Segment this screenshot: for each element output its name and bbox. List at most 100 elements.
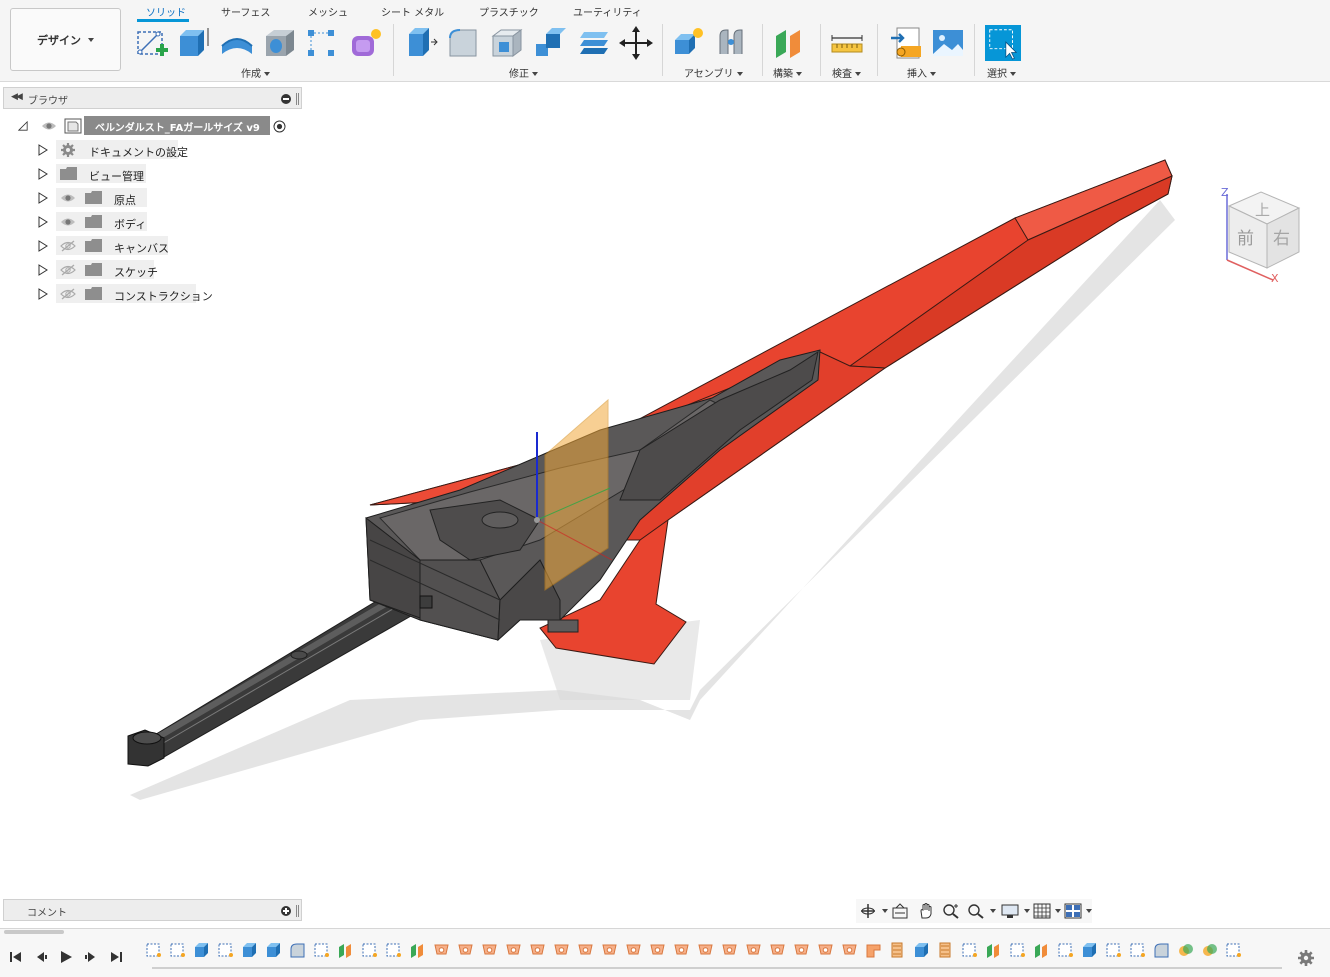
activate-radio-icon[interactable]	[273, 120, 286, 133]
insert-menu[interactable]: 挿入	[907, 65, 936, 80]
timeline-construct-icon[interactable]	[339, 944, 351, 958]
fillet-icon[interactable]	[446, 24, 482, 62]
browser-item-sketches[interactable]: スケッチ	[0, 260, 300, 280]
view-cube[interactable]: Z X 上 前 右	[1215, 182, 1305, 292]
timeline-construct-icon[interactable]	[987, 944, 999, 958]
browser-item-origin[interactable]: 原点	[0, 188, 300, 208]
timeline-sketch-icon[interactable]	[218, 943, 233, 957]
construct-menu[interactable]: 構築	[773, 65, 802, 80]
tab-surface[interactable]: サーフェス	[221, 4, 270, 19]
workspace-switcher-button[interactable]: デザイン	[10, 8, 121, 71]
timeline-fillet-icon[interactable]	[1154, 943, 1169, 958]
zoom-icon[interactable]	[942, 903, 960, 919]
offset-plane-icon[interactable]	[772, 24, 808, 62]
move-icon[interactable]	[618, 24, 654, 62]
timeline-mirror-icon[interactable]	[891, 942, 903, 958]
fit-zoom-icon[interactable]	[967, 903, 985, 919]
timeline-corner-icon[interactable]	[866, 944, 881, 958]
timeline-sketch-icon[interactable]	[170, 943, 185, 957]
chevron-down-icon[interactable]	[1086, 909, 1092, 913]
tab-sheet-metal[interactable]: シート メタル	[381, 4, 444, 19]
timeline-sketch-icon[interactable]	[362, 943, 377, 957]
timeline-extrude-icon[interactable]	[1083, 943, 1096, 957]
timeline-extrude-icon[interactable]	[195, 943, 208, 957]
insert-svg-icon[interactable]	[889, 24, 925, 62]
orbit-icon[interactable]	[859, 903, 877, 919]
expand-triangle-icon[interactable]	[38, 288, 48, 300]
timeline-extrude-icon[interactable]	[267, 943, 280, 957]
viewcube-top-label[interactable]: 上	[1255, 201, 1270, 219]
viewcube-front-label[interactable]: 前	[1237, 229, 1254, 249]
timeline-sketch-icon[interactable]	[1058, 943, 1073, 957]
collapse-triangle-icon[interactable]	[18, 120, 28, 132]
display-settings-icon[interactable]	[1001, 903, 1019, 919]
timeline-split-icon[interactable]	[602, 944, 617, 955]
tab-solid[interactable]: ソリッド	[146, 4, 186, 19]
timeline-split-icon[interactable]	[842, 944, 857, 955]
expand-triangle-icon[interactable]	[38, 264, 48, 276]
timeline-next-icon[interactable]	[84, 950, 98, 964]
create-form-icon[interactable]	[348, 24, 384, 62]
timeline-scrollbar[interactable]	[4, 930, 64, 934]
timeline-split-icon[interactable]	[698, 944, 713, 955]
timeline-construct-icon[interactable]	[1035, 944, 1047, 958]
viewcube-right-label[interactable]: 右	[1273, 229, 1290, 249]
select-icon[interactable]	[985, 24, 1021, 62]
expand-triangle-icon[interactable]	[38, 240, 48, 252]
collapse-panel-icon[interactable]: ◀◀	[11, 92, 23, 102]
chevron-down-icon[interactable]	[882, 909, 888, 913]
3d-viewport[interactable]: Z X 上 前 右	[0, 82, 1330, 927]
revolve-icon[interactable]	[219, 24, 255, 62]
timeline-sketch-icon[interactable]	[1106, 943, 1121, 957]
expand-triangle-icon[interactable]	[38, 216, 48, 228]
viewports-icon[interactable]	[1064, 903, 1082, 919]
timeline-split-icon[interactable]	[794, 944, 809, 955]
new-component-icon[interactable]	[671, 24, 707, 62]
hole-icon[interactable]	[262, 24, 298, 62]
press-pull-icon[interactable]	[403, 24, 439, 62]
timeline-split-icon[interactable]	[770, 944, 785, 955]
timeline-split-icon[interactable]	[554, 944, 569, 955]
timeline-split-icon[interactable]	[506, 944, 521, 955]
timeline-split-icon[interactable]	[674, 944, 689, 955]
chevron-down-icon[interactable]	[990, 909, 996, 913]
timeline-previous-icon[interactable]	[34, 950, 48, 964]
timeline-extrude-icon[interactable]	[915, 943, 928, 957]
timeline-split-icon[interactable]	[650, 944, 665, 955]
browser-item-construction[interactable]: コンストラクション	[0, 284, 300, 304]
timeline-split-icon[interactable]	[626, 944, 641, 955]
insert-canvas-icon[interactable]	[930, 24, 966, 62]
timeline-fillet-icon[interactable]	[290, 943, 305, 958]
timeline-last-icon[interactable]	[109, 950, 123, 964]
tab-utility[interactable]: ユーティリティ	[573, 4, 642, 19]
timeline-split-icon[interactable]	[746, 944, 761, 955]
hidden-eye-icon[interactable]	[60, 288, 76, 300]
timeline-split-icon[interactable]	[458, 944, 473, 955]
timeline-sketch-icon[interactable]	[146, 943, 161, 957]
timeline-combine-icon[interactable]	[1203, 944, 1217, 956]
timeline-split-icon[interactable]	[722, 944, 737, 955]
chevron-down-icon[interactable]	[1055, 909, 1061, 913]
shell-icon[interactable]	[489, 24, 525, 62]
browser-item-bodies[interactable]: ボディ	[0, 212, 300, 232]
grid-settings-icon[interactable]	[1033, 903, 1051, 919]
select-menu[interactable]: 選択	[987, 65, 1016, 80]
timeline-split-icon[interactable]	[434, 944, 449, 955]
expand-triangle-icon[interactable]	[38, 144, 48, 156]
measure-icon[interactable]	[829, 24, 865, 62]
add-comment-button[interactable]	[281, 906, 291, 916]
chevron-down-icon[interactable]	[1024, 909, 1030, 913]
assemble-menu[interactable]: アセンブリ	[684, 65, 743, 80]
timeline-mirror-icon[interactable]	[939, 942, 951, 958]
timeline-features[interactable]	[143, 939, 1288, 965]
joint-icon[interactable]	[714, 24, 750, 62]
timeline-sketch-icon[interactable]	[386, 943, 401, 957]
timeline-sketch-icon[interactable]	[1010, 943, 1025, 957]
sword-model[interactable]	[0, 82, 1330, 927]
look-at-icon[interactable]	[891, 903, 909, 919]
create-menu[interactable]: 作成	[241, 65, 270, 80]
pan-hand-icon[interactable]	[917, 903, 935, 919]
hidden-eye-icon[interactable]	[60, 240, 76, 252]
browser-item-canvases[interactable]: キャンバス	[0, 236, 300, 256]
browser-item-named-views[interactable]: ビュー管理	[0, 164, 300, 184]
